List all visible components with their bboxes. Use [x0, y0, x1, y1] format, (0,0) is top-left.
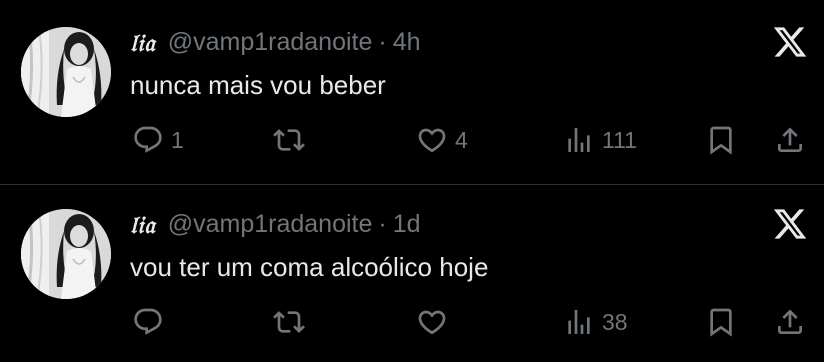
like-button[interactable] — [416, 302, 455, 342]
views-button[interactable]: 38 — [563, 302, 628, 342]
handle[interactable]: @vamp1radanoite — [168, 210, 373, 239]
avatar[interactable] — [21, 27, 111, 117]
tweet-header: 𝔩𝔦𝔞 @vamp1radanoite · 4h — [130, 26, 421, 58]
share-icon — [778, 127, 802, 152]
tweet-text: nunca mais vou beber — [130, 70, 386, 100]
separator-dot: · — [378, 27, 387, 56]
views-icon — [568, 310, 590, 334]
share-button[interactable] — [774, 302, 806, 342]
share-button[interactable] — [774, 120, 806, 160]
bookmark-icon — [710, 308, 732, 337]
tweet-actions: 38 — [0, 302, 824, 342]
reply-icon — [134, 308, 162, 335]
reply-button[interactable]: 1 — [132, 120, 184, 160]
reply-button[interactable] — [132, 302, 171, 342]
reply-icon — [134, 126, 162, 153]
heart-icon — [418, 128, 446, 153]
bookmark-button[interactable] — [705, 302, 737, 342]
like-count: 4 — [455, 126, 468, 153]
tweet[interactable]: 𝔩𝔦𝔞 @vamp1radanoite · 4h nunca mais vou … — [0, 0, 824, 180]
bookmark-icon — [710, 126, 732, 155]
handle[interactable]: @vamp1radanoite — [168, 28, 373, 57]
retweet-button[interactable] — [273, 302, 312, 342]
tweet-header: 𝔩𝔦𝔞 @vamp1radanoite · 1d — [130, 208, 421, 240]
like-button[interactable]: 4 — [416, 120, 468, 160]
avatar[interactable] — [21, 209, 111, 299]
x-logo-icon — [773, 209, 807, 239]
display-name[interactable]: 𝔩𝔦𝔞 — [130, 210, 156, 239]
retweet-icon — [273, 311, 305, 333]
bookmark-button[interactable] — [705, 120, 737, 160]
timestamp[interactable]: 1d — [393, 210, 421, 239]
view-count: 38 — [602, 308, 628, 335]
display-name[interactable]: 𝔩𝔦𝔞 — [130, 28, 156, 57]
timestamp[interactable]: 4h — [393, 28, 421, 57]
share-icon — [778, 309, 802, 334]
tweet[interactable]: 𝔩𝔦𝔞 @vamp1radanoite · 1d vou ter um coma… — [0, 182, 824, 362]
reply-count: 1 — [171, 126, 184, 153]
x-logo-icon — [773, 27, 807, 57]
views-button[interactable]: 111 — [563, 120, 637, 160]
view-count: 111 — [602, 126, 637, 153]
heart-icon — [418, 310, 446, 335]
retweet-button[interactable] — [273, 120, 312, 160]
retweet-icon — [273, 129, 305, 151]
views-icon — [568, 128, 590, 152]
tweet-text: vou ter um coma alcoólico hoje — [130, 252, 489, 282]
separator-dot: · — [378, 209, 387, 238]
tweet-actions: 1 4 111 — [0, 120, 824, 160]
